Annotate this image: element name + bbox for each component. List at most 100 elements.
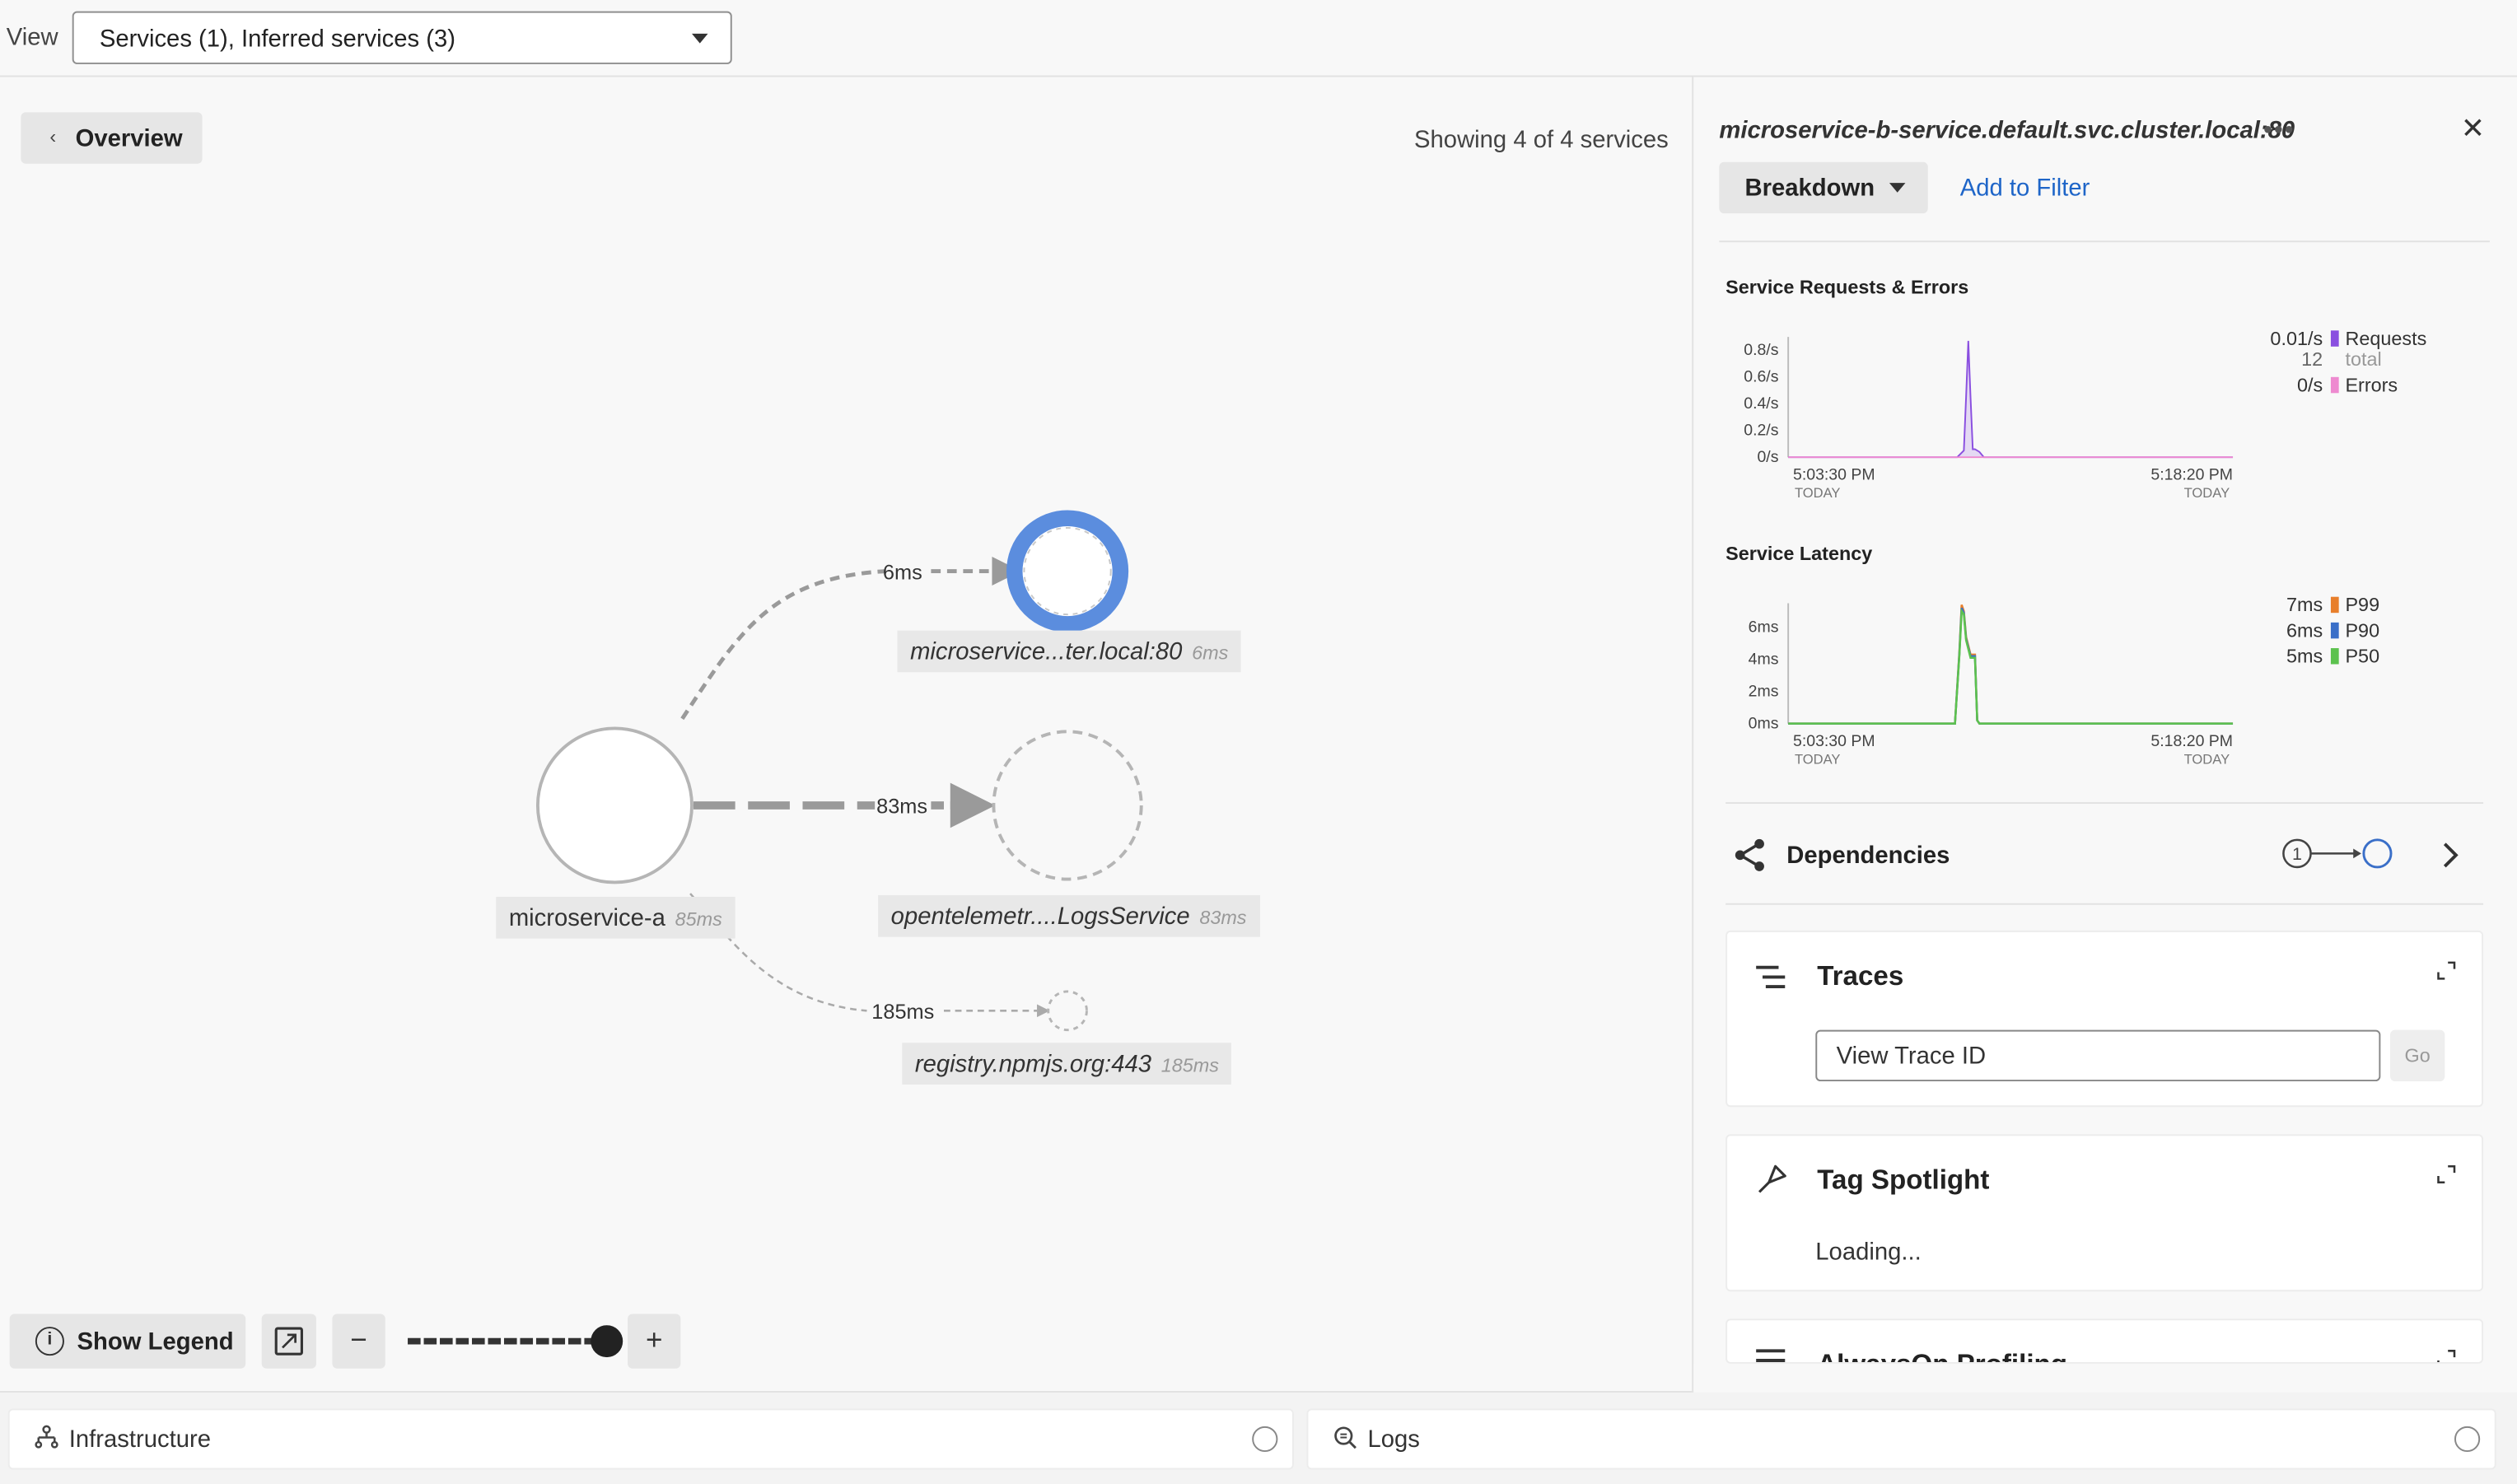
edge-label: 83ms (876, 796, 927, 819)
dependencies-label: Dependencies (1786, 842, 1950, 870)
legend-swatch (2330, 596, 2339, 614)
breakdown-label: Breakdown (1744, 175, 1875, 203)
series-line-p99 (1788, 604, 2234, 725)
infrastructure-panel[interactable]: Infrastructure (7, 1408, 1294, 1470)
y-tick-label: 0.6/s (1744, 368, 1778, 386)
zoom-slider-handle[interactable] (591, 1325, 623, 1358)
ellipsis-icon[interactable]: ••• (2263, 117, 2295, 146)
node-label-registry[interactable]: registry.npmjs.org:443 185ms (902, 1043, 1232, 1085)
edge-label: 185ms (871, 1001, 934, 1024)
node-name: opentelemetr....LogsService (890, 903, 1190, 931)
traces-card: Traces View Trace ID Go (1725, 930, 2484, 1108)
expand-icon[interactable] (2437, 961, 2456, 980)
log-search-icon (1334, 1426, 1357, 1449)
logs-panel[interactable]: Logs (1306, 1408, 2496, 1470)
profiling-card: AlwaysOn Profiling (1725, 1318, 2484, 1364)
view-select-value: Services (1), Inferred services (3) (99, 26, 455, 54)
service-map: 6ms 83ms 185ms (535, 510, 1143, 1032)
x-tick-sublabel: TODAY (1795, 751, 1840, 767)
edge-microservice-b[interactable] (680, 569, 886, 721)
x-tick-label: 5:18:20 PM (2150, 732, 2233, 750)
x-tick-sublabel: TODAY (2184, 751, 2230, 767)
series-line-p50 (1788, 608, 2234, 725)
legend-value: 7ms (2286, 593, 2323, 617)
legend-label: P50 (2345, 645, 2380, 668)
add-to-filter-link[interactable]: Add to Filter (1960, 175, 2090, 202)
node-registry[interactable] (1047, 990, 1088, 1032)
x-tick-label: 5:18:20 PM (2150, 465, 2233, 483)
legend-value: 5ms (2286, 645, 2323, 668)
show-legend-label: Show Legend (77, 1328, 234, 1356)
legend-swatch (2330, 330, 2339, 347)
legend-errors: 0/s Errors (2253, 374, 2398, 396)
trace-go-button[interactable]: Go (2390, 1029, 2445, 1082)
fit-to-screen-button[interactable] (261, 1314, 316, 1369)
service-title: microservice-b-service.default.svc.clust… (1719, 117, 2295, 145)
close-icon[interactable]: ✕ (2461, 112, 2485, 146)
legend-label: Requests (2345, 327, 2427, 350)
node-label-microservice-b[interactable]: microservice...ter.local:80 6ms (897, 630, 1241, 673)
zoom-slider[interactable] (404, 1325, 626, 1358)
divider (1719, 240, 2490, 243)
legend-swatch (2330, 376, 2339, 394)
node-name: registry.npmjs.org:443 (914, 1051, 1151, 1079)
x-tick-label: 5:03:30 PM (1793, 465, 1875, 483)
legend-p90: 6ms P90 (2253, 619, 2379, 642)
dependencies-row[interactable]: Dependencies 1 (1725, 831, 2483, 879)
edge-arrow-icon (950, 782, 996, 828)
y-tick-label: 0.4/s (1744, 394, 1778, 413)
requests-errors-chart: 0.8/s 0.6/s 0.4/s 0.2/s 0/s 5:03:30 PM TODAY 5:… (1744, 337, 2234, 501)
y-tick-label: 0/s (1757, 448, 1778, 466)
legend-swatch (2331, 352, 2339, 367)
fit-screen-icon (274, 1327, 303, 1356)
expand-icon[interactable] (2437, 1164, 2456, 1184)
show-legend-button[interactable]: i Show Legend (9, 1314, 246, 1369)
tag-spotlight-status: Loading... (1815, 1238, 1922, 1267)
node-label-microservice-a[interactable]: microservice-a 85ms (496, 896, 735, 939)
legend-label: total (2345, 348, 2382, 371)
breakdown-dropdown[interactable]: Breakdown (1719, 161, 1928, 214)
y-tick-label: 6ms (1749, 618, 1779, 637)
node-label-opentelemetry[interactable]: opentelemetr....LogsService 83ms (878, 895, 1260, 937)
series-line-requests (1788, 340, 2234, 459)
legend-value: 6ms (2286, 618, 2323, 642)
series-area-requests (1788, 340, 2234, 458)
divider (1725, 802, 2484, 805)
view-label: View (6, 24, 58, 52)
spotlight-icon (1758, 1164, 1786, 1193)
profiling-title: AlwaysOn Profiling (1817, 1349, 2067, 1362)
trace-id-input[interactable]: View Trace ID (1815, 1029, 2381, 1082)
expand-icon[interactable] (2437, 1349, 2456, 1364)
profiling-icon (1756, 1349, 1786, 1362)
legend-label: P99 (2345, 593, 2380, 617)
node-latency: 83ms (1199, 906, 1247, 929)
panel-scroll-mask (1693, 1363, 2517, 1392)
infrastructure-label: Infrastructure (68, 1426, 212, 1454)
y-tick-label: 4ms (1749, 651, 1779, 669)
x-tick-sublabel: TODAY (2184, 485, 2230, 501)
node-latency: 85ms (675, 908, 722, 931)
node-name: microservice-a (508, 904, 665, 932)
y-tick-label: 0.2/s (1744, 422, 1778, 440)
status-circle-icon (1252, 1426, 1278, 1453)
node-latency: 185ms (1160, 1053, 1219, 1077)
chevron-right-icon (2443, 842, 2459, 868)
legend-p99: 7ms P99 (2253, 594, 2379, 616)
node-opentelemetry[interactable] (992, 730, 1143, 881)
y-tick-label: 0.8/s (1744, 341, 1778, 359)
zoom-in-button[interactable]: + (628, 1314, 681, 1369)
legend-requests: 0.01/s Requests (2253, 327, 2426, 349)
traces-icon (1756, 965, 1786, 989)
hierarchy-icon (35, 1425, 58, 1449)
zoom-out-button[interactable]: − (332, 1314, 385, 1369)
node-microservice-a[interactable] (535, 726, 693, 884)
view-select[interactable]: Services (1), Inferred services (3) (72, 11, 732, 64)
tag-spotlight-card: Tag Spotlight Loading... (1725, 1134, 2484, 1292)
dependency-graph-icon: 1 (2282, 838, 2393, 869)
latency-title: Service Latency (1725, 542, 1873, 565)
y-tick-label: 0ms (1749, 714, 1779, 732)
logs-label: Logs (1367, 1426, 1420, 1454)
node-microservice-b[interactable] (1006, 510, 1129, 632)
legend-value: 12 (2301, 348, 2323, 371)
share-icon (1735, 838, 1764, 871)
